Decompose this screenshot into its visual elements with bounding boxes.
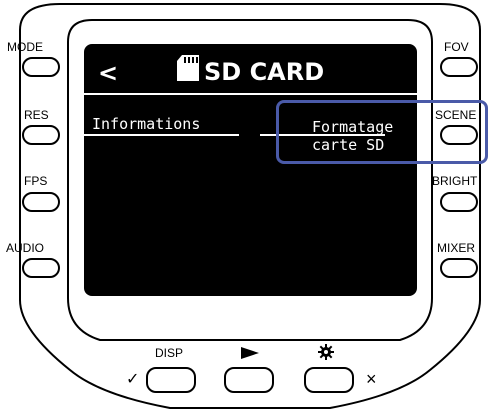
sd-card-icon — [177, 55, 199, 81]
gear-icon — [318, 344, 334, 360]
mixer-label: MIXER — [437, 241, 476, 255]
audio-label: AUDIO — [6, 241, 45, 255]
informations-underline — [84, 134, 239, 136]
mode-button[interactable] — [22, 57, 60, 77]
fov-button[interactable] — [440, 57, 478, 77]
fps-button[interactable] — [22, 192, 60, 212]
disp-label: DISP — [155, 346, 184, 360]
mixer-button[interactable] — [440, 258, 478, 278]
fps-label: FPS — [24, 174, 48, 188]
selection-highlight — [276, 100, 488, 164]
play-icon — [241, 347, 259, 359]
back-button[interactable]: < — [98, 60, 118, 86]
settings-button[interactable] — [304, 367, 354, 393]
fov-label: FOV — [444, 40, 469, 54]
disp-button[interactable] — [146, 367, 196, 393]
res-button[interactable] — [22, 125, 60, 145]
title-divider — [84, 93, 417, 95]
cross-symbol: × — [366, 369, 377, 389]
bright-button[interactable] — [440, 192, 478, 212]
check-symbol: ✓ — [126, 371, 140, 388]
mode-label: MODE — [7, 40, 43, 54]
play-button[interactable] — [224, 367, 274, 393]
audio-button[interactable] — [22, 258, 60, 278]
menu-item-informations[interactable]: Informations — [92, 116, 200, 132]
page-title: SD CARD — [204, 58, 325, 86]
bright-label: BRIGHT — [432, 174, 478, 188]
screen: < SD CARD Informations Formatage carte S… — [84, 44, 417, 296]
res-label: RES — [24, 108, 49, 122]
